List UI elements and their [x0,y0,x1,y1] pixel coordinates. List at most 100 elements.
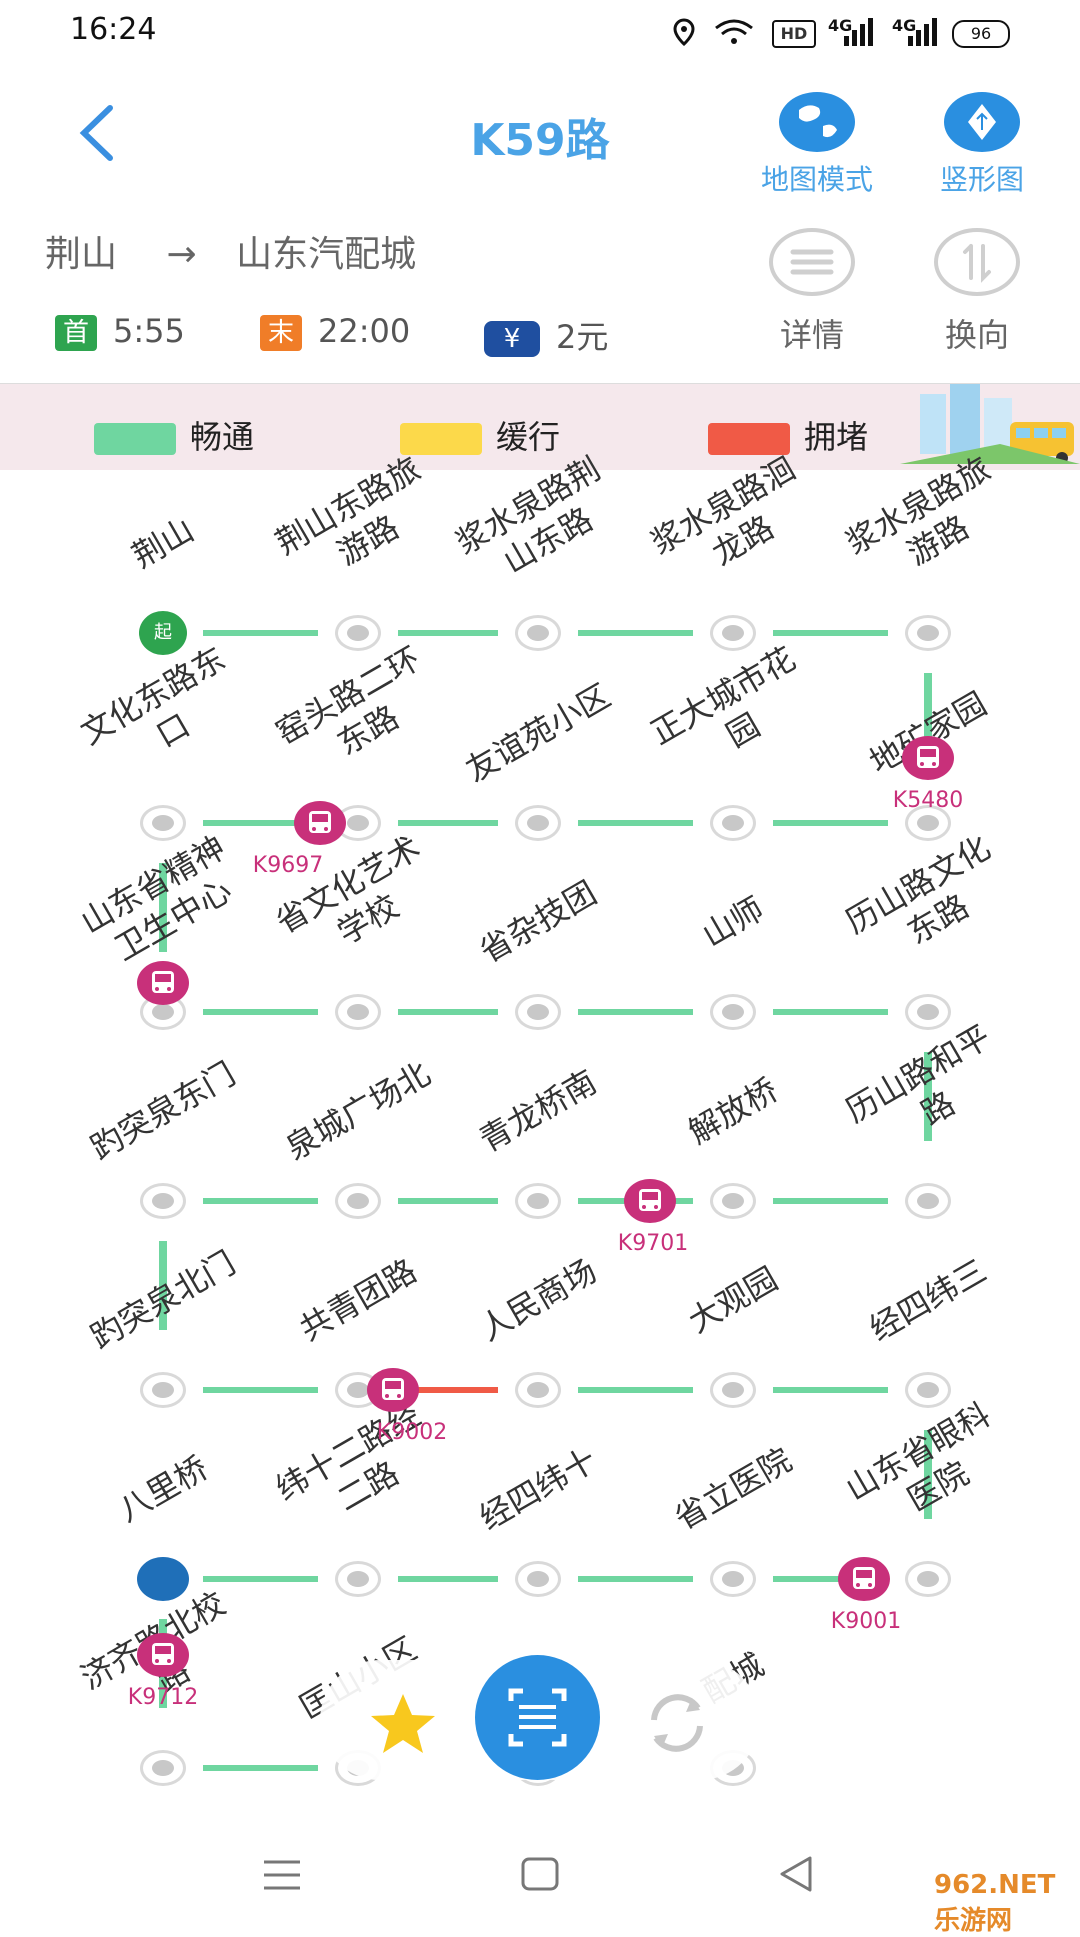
bus-marker[interactable] [294,801,346,845]
bus-plate-label: K5480 [892,788,964,813]
route-segment [578,1009,693,1015]
station-marker[interactable] [905,1183,951,1219]
station-marker[interactable] [710,994,756,1030]
station-marker[interactable] [710,1561,756,1597]
station-marker[interactable] [335,1183,381,1219]
start-station-badge[interactable]: 起 [139,611,187,655]
station-marker[interactable] [140,1750,186,1786]
route-arrow: → [166,234,197,275]
traffic-legend: 畅通 缓行 拥堵 [0,383,1080,470]
station-marker[interactable] [905,615,951,651]
route-segment [578,1576,693,1582]
station-name[interactable]: 经四纬三 [831,1233,1024,1368]
station-name[interactable]: 泉城广场北 [261,1044,454,1179]
legend-label-smooth: 畅通 [190,418,255,456]
route-segment [578,630,693,636]
station-name[interactable]: 省立医院 [636,1422,829,1557]
route-segment [398,1198,498,1204]
station-name[interactable]: 历山路文化 东路 [821,817,1034,986]
route-segment [773,1198,888,1204]
station-marker[interactable] [710,1183,756,1219]
station-name[interactable]: 历山路和平 路 [821,1006,1034,1175]
vertical-view-icon [944,92,1020,152]
station-marker[interactable] [710,1372,756,1408]
station-marker[interactable] [515,1561,561,1597]
site-watermark: 962.NET 乐游网 [934,1870,1056,1936]
station-marker[interactable] [515,1183,561,1219]
globe-icon [779,92,855,152]
station-name[interactable]: 解放桥 [636,1044,829,1179]
route-segment [203,1765,318,1771]
station-marker[interactable] [905,1561,951,1597]
station-map: 起荆山 荆山东路旅 游路 浆水泉路荆 山东路 浆水泉路洄 龙路 浆水泉路旅 游路 地矿家园… [0,449,1080,1830]
station-marker[interactable] [515,1372,561,1408]
map-mode-label: 地图模式 [760,163,873,196]
station-name[interactable]: 趵突泉东门 [66,1044,259,1179]
station-marker[interactable] [140,805,186,841]
vertical-view-button[interactable]: 竖形图 [907,92,1057,198]
reverse-label: 换向 [944,316,1009,354]
station-marker[interactable] [515,994,561,1030]
bus-plate-label: K9712 [127,1685,199,1710]
route-direction: 荆山 → 山东汽配城 [45,225,416,277]
station-marker[interactable] [905,1372,951,1408]
bus-marker[interactable] [137,1633,189,1677]
map-mode-button[interactable]: 地图模式 [742,92,892,198]
station-name[interactable]: 省文化艺术 学校 [251,817,464,986]
station-name[interactable]: 荆山 [66,476,259,611]
station-marker[interactable] [335,994,381,1030]
route-segment [398,1576,498,1582]
station-name[interactable]: 共青团路 [261,1233,454,1368]
menu-icon[interactable] [262,1858,302,1892]
bus-marker[interactable] [902,736,954,780]
bus-marker[interactable] [624,1179,676,1223]
bus-marker[interactable] [137,961,189,1005]
station-name[interactable]: 八里桥 [66,1422,259,1557]
wifi-icon [715,19,753,44]
route-segment [773,820,888,826]
last-badge: 末 [260,315,302,351]
station-name[interactable]: 省杂技团 [441,855,634,990]
station-marker[interactable] [335,615,381,651]
station-name[interactable]: 山东省眼科 医院 [821,1384,1034,1553]
swap-direction-icon [934,228,1020,296]
route-origin: 荆山 [45,234,118,275]
route-segment [578,820,693,826]
station-name[interactable]: 正大城市花 园 [626,628,839,797]
legend-label-jam: 拥堵 [804,418,869,456]
station-marker[interactable] [710,805,756,841]
refresh-icon[interactable] [642,1690,712,1756]
last-time: 22:00 [318,312,411,350]
scan-button[interactable] [475,1655,600,1780]
fare-value: 2元 [556,318,609,356]
train-station-icon[interactable] [137,1557,189,1601]
station-marker[interactable] [515,615,561,651]
status-bar: 16:24 HD 4G 4G 96 [0,0,1080,66]
back-triangle-icon[interactable] [776,1854,816,1894]
first-bus-info: 首 5:55 [55,312,185,351]
station-marker[interactable] [140,1372,186,1408]
bus-plate-label: K9701 [617,1231,689,1256]
station-marker[interactable] [515,805,561,841]
status-time: 16:24 [70,12,157,47]
station-name[interactable]: 青龙桥南 [441,1044,634,1179]
station-name[interactable]: 窑头路二环 东路 [251,628,464,797]
bus-marker[interactable] [367,1368,419,1412]
favorite-star-icon[interactable] [368,1692,438,1754]
station-marker[interactable] [335,1561,381,1597]
location-icon [673,18,695,46]
station-marker[interactable] [140,1183,186,1219]
reverse-button[interactable]: 换向 [917,228,1037,356]
route-segment [773,1387,888,1393]
bus-marker[interactable] [838,1557,890,1601]
home-icon[interactable] [520,1856,560,1894]
station-name[interactable]: 友谊苑小区 [441,666,634,801]
station-marker[interactable] [905,994,951,1030]
bus-plate-label: K9001 [830,1609,902,1634]
route-segment [203,1009,318,1015]
station-name[interactable]: 山师 [636,855,829,990]
last-bus-info: 末 22:00 [260,312,410,351]
station-marker[interactable] [710,615,756,651]
station-name[interactable]: 纬十二路经 二路 [251,1384,464,1553]
details-button[interactable]: 详情 [752,228,872,356]
